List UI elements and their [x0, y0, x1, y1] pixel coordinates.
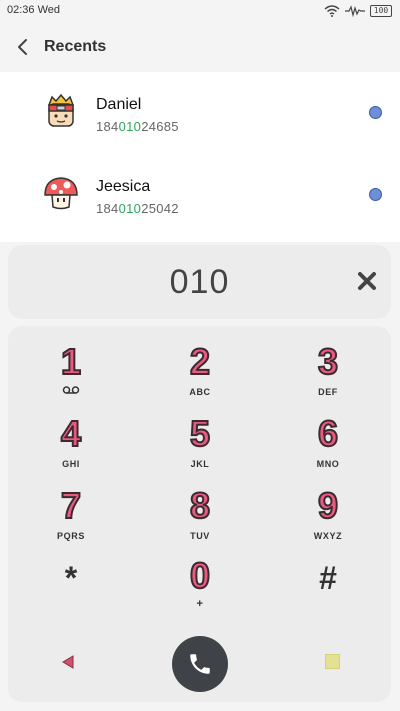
key-2[interactable]: 2 ABC	[145, 341, 255, 410]
battery-icon: 100	[370, 5, 392, 17]
key-9[interactable]: 9 WXYZ	[273, 485, 383, 554]
key-letters: DEF	[318, 387, 338, 397]
key-4[interactable]: 4 GHI	[16, 413, 126, 482]
list-item[interactable]: Jeesica 18401025042	[0, 154, 400, 236]
key-symbol: #	[319, 560, 337, 596]
key-digit: 7	[60, 485, 82, 527]
key-letters: GHI	[62, 459, 80, 469]
contact-indicator-dot	[369, 188, 382, 201]
key-symbol: *	[64, 560, 78, 596]
key-letters: JKL	[190, 459, 210, 469]
key-1[interactable]: 1	[16, 341, 126, 410]
voicemail-icon	[62, 386, 80, 394]
key-7[interactable]: 7 PQRS	[16, 485, 126, 554]
key-letters: TUV	[190, 531, 210, 541]
key-digit: 0	[189, 555, 211, 597]
status-time: 02:36 Wed	[7, 4, 61, 16]
recents-list: Daniel 18401024685 Jeesica 18401025042	[0, 72, 400, 242]
battery-level: 100	[373, 6, 389, 15]
key-digit: 9	[317, 485, 339, 527]
key-3[interactable]: 3 DEF	[273, 341, 383, 410]
key-digit: 1	[60, 341, 82, 383]
key-6[interactable]: 6 MNO	[273, 413, 383, 482]
square-menu-icon[interactable]	[325, 654, 340, 669]
key-letters: PQRS	[57, 531, 85, 541]
dial-input-value: 010	[169, 263, 230, 301]
back-arrow-icon[interactable]	[12, 36, 34, 58]
triangle-back-icon[interactable]	[60, 654, 76, 670]
number-match-highlight: 010	[118, 119, 142, 134]
status-bar: 02:36 Wed 100	[0, 0, 400, 22]
dial-input-display: 010	[8, 245, 391, 319]
contact-number: 18401025042	[96, 201, 179, 216]
key-letters: +	[196, 598, 204, 610]
contact-name: Daniel	[96, 96, 142, 113]
key-digit: 3	[317, 341, 339, 383]
page-title: Recents	[44, 38, 107, 55]
number-match-highlight: 010	[118, 201, 142, 216]
list-item[interactable]: Daniel 18401024685	[0, 72, 400, 154]
header: Recents	[0, 22, 400, 72]
contact-number: 18401024685	[96, 119, 179, 134]
phone-icon	[190, 654, 210, 674]
key-hash[interactable]: #	[273, 556, 383, 624]
key-digit: 6	[317, 413, 339, 455]
key-letters: ABC	[189, 387, 211, 397]
key-digit: 5	[189, 413, 211, 455]
ninja-avatar-icon	[47, 93, 75, 127]
contact-indicator-dot	[369, 106, 382, 119]
call-button[interactable]	[172, 636, 228, 692]
key-digit: 2	[189, 341, 211, 383]
key-digit: 4	[60, 413, 82, 455]
key-star[interactable]: *	[16, 556, 126, 624]
mushroom-avatar-icon	[44, 177, 78, 210]
key-letters: WXYZ	[313, 531, 343, 541]
key-0[interactable]: 0 +	[145, 555, 255, 624]
contact-name: Jeesica	[96, 178, 151, 195]
key-letters: MNO	[316, 459, 340, 469]
status-icons: 100	[324, 4, 392, 18]
key-5[interactable]: 5 JKL	[145, 413, 255, 482]
dial-keypad: 1 2 ABC 3 DEF 4 GHI 5 JKL 6 MNO 7 PQRS 8…	[8, 326, 391, 702]
key-digit: 8	[189, 485, 211, 527]
key-8[interactable]: 8 TUV	[145, 485, 255, 554]
wifi-icon	[324, 5, 340, 17]
signal-wave-icon	[345, 5, 365, 17]
clear-icon[interactable]	[356, 270, 378, 292]
